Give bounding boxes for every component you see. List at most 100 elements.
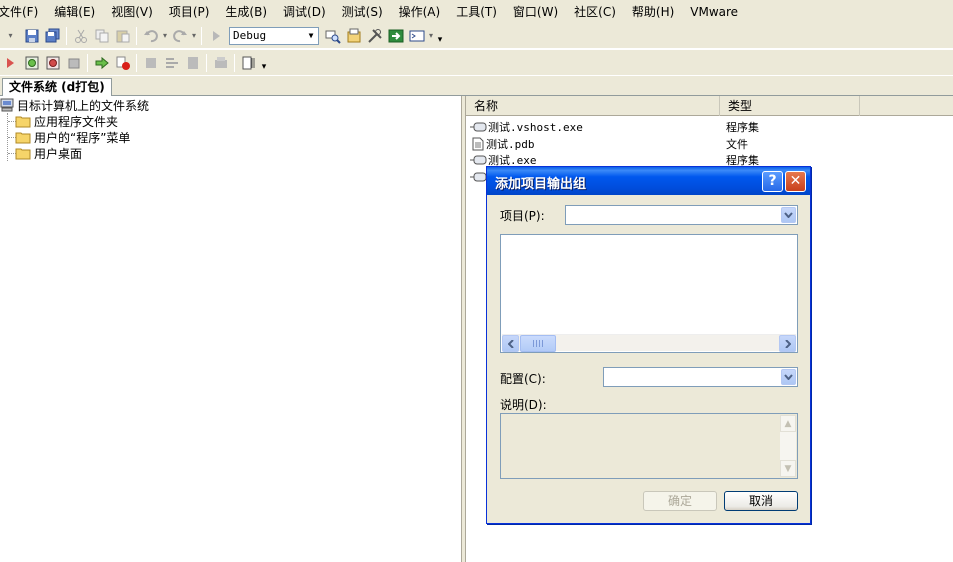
- column-header-type[interactable]: 类型: [720, 96, 860, 116]
- command-window-icon[interactable]: [407, 26, 426, 45]
- install-icon[interactable]: [92, 53, 111, 72]
- folder-icon: [15, 148, 31, 160]
- menu-item[interactable]: 操作(A): [391, 2, 449, 22]
- launch-conditions-editor-icon[interactable]: [239, 53, 258, 72]
- add-project-output-group-dialog: 添加项目输出组 ? ✕ 项目(P): 配置(C): 说明(D): ▲ ▼ 确定 …: [486, 166, 811, 524]
- file-system-editor-icon[interactable]: [141, 53, 160, 72]
- menu-item[interactable]: 视图(V): [103, 2, 161, 22]
- menu-item[interactable]: 生成(B): [217, 2, 275, 22]
- build-start-icon[interactable]: [1, 53, 20, 72]
- description-label: 说明(D):: [500, 398, 547, 412]
- save-icon[interactable]: [22, 26, 41, 45]
- assembly-icon: [470, 155, 487, 164]
- tree-item-label: 用户桌面: [34, 146, 83, 161]
- solution-configuration-combo[interactable]: Debug ▼: [229, 26, 320, 45]
- ok-button[interactable]: 确定: [643, 491, 717, 511]
- build-gear-icon[interactable]: [22, 53, 41, 72]
- toolbar-separator: [136, 26, 137, 45]
- toolbox-icon[interactable]: [386, 26, 405, 45]
- menu-item[interactable]: 工具(T): [448, 2, 505, 22]
- menu-item[interactable]: 文件(F): [0, 2, 46, 22]
- menu-item[interactable]: VMware: [682, 2, 746, 22]
- configuration-combobox[interactable]: [603, 367, 798, 387]
- document-tab-strip: 文件系统 (d打包): [0, 76, 953, 96]
- tree-root[interactable]: 目标计算机上的文件系统: [0, 97, 149, 113]
- tree-item-application-folder[interactable]: 应用程序文件夹: [15, 113, 118, 129]
- tree-item-user-desktop[interactable]: 用户桌面: [15, 145, 82, 161]
- assembly-icon: [470, 122, 487, 131]
- solution-explorer-icon[interactable]: [344, 26, 363, 45]
- file-name: 测试.vshost.exe: [488, 120, 583, 134]
- registry-editor-icon[interactable]: [162, 53, 181, 72]
- properties-icon[interactable]: [365, 26, 384, 45]
- chevron-down-icon[interactable]: ▼: [304, 28, 318, 44]
- menu-item[interactable]: 项目(P): [161, 2, 218, 22]
- redo-icon[interactable]: [170, 26, 189, 45]
- tree-item-label: 应用程序文件夹: [34, 114, 119, 129]
- menu-item[interactable]: 窗口(W): [505, 2, 566, 22]
- tree-root-label: 目标计算机上的文件系统: [17, 98, 150, 113]
- undo-icon[interactable]: [141, 26, 160, 45]
- new-item-dropdown-icon[interactable]: ▾: [1, 26, 20, 45]
- project-combobox[interactable]: [565, 205, 798, 225]
- file-system-tree: [0, 96, 461, 562]
- setup-toolbar: ▾: [0, 50, 953, 75]
- cut-icon[interactable]: [71, 26, 90, 45]
- cancel-button[interactable]: 取消: [724, 491, 798, 511]
- scroll-left-icon[interactable]: [502, 335, 519, 352]
- file-type: 文件: [726, 137, 748, 151]
- list-item[interactable]: 测试.pdb: [470, 135, 535, 152]
- computer-icon: [0, 98, 14, 112]
- scroll-right-icon[interactable]: [779, 335, 796, 352]
- folder-icon: [15, 132, 31, 144]
- command-window-dropdown-icon[interactable]: ▾: [429, 31, 433, 40]
- toolbar-separator: [87, 53, 88, 72]
- file-name: 测试.pdb: [486, 137, 535, 151]
- list-item[interactable]: 测试.vshost.exe: [470, 118, 583, 135]
- redo-dropdown-icon[interactable]: ▾: [192, 31, 196, 40]
- close-button[interactable]: ✕: [785, 171, 806, 192]
- chevron-down-icon[interactable]: [781, 207, 796, 223]
- project-label: 项目(P):: [500, 209, 545, 223]
- tree-item-programs-menu[interactable]: 用户的“程序”菜单: [15, 129, 130, 145]
- vertical-scrollbar: ▲ ▼: [780, 415, 796, 477]
- chevron-down-icon[interactable]: [781, 369, 796, 385]
- list-header: 名称 类型: [466, 96, 953, 116]
- description-box: ▲ ▼: [500, 413, 798, 479]
- scrollbar-thumb[interactable]: [520, 335, 556, 352]
- paste-icon[interactable]: [113, 26, 132, 45]
- toolbar-separator: [136, 53, 137, 72]
- file-types-editor-icon[interactable]: [183, 53, 202, 72]
- clean-icon[interactable]: [64, 53, 83, 72]
- scroll-down-icon: ▼: [780, 460, 796, 477]
- menu-item[interactable]: 测试(S): [334, 2, 391, 22]
- column-header-name[interactable]: 名称: [466, 96, 720, 116]
- menu-item[interactable]: 调试(D): [275, 2, 334, 22]
- tree-item-label: 用户的“程序”菜单: [34, 130, 131, 145]
- menu-item[interactable]: 社区(C): [566, 2, 624, 22]
- find-in-files-icon[interactable]: [323, 26, 342, 45]
- tab-file-system[interactable]: 文件系统 (d打包): [2, 78, 112, 96]
- start-debugging-icon[interactable]: [206, 26, 225, 45]
- toolbar-separator: [206, 53, 207, 72]
- standard-toolbar: ▾ ▾ ▾ Debug ▼ ▾ ▾: [0, 23, 953, 48]
- toolbar-overflow-icon[interactable]: ▾: [435, 35, 445, 45]
- toolbar-overflow-icon[interactable]: ▾: [259, 62, 269, 72]
- user-interface-editor-icon[interactable]: [211, 53, 230, 72]
- menu-item[interactable]: 编辑(E): [46, 2, 103, 22]
- save-all-icon[interactable]: [43, 26, 62, 45]
- uninstall-icon[interactable]: [113, 53, 132, 72]
- toolbar-separator: [66, 26, 67, 45]
- file-icon: [472, 137, 484, 150]
- toolbar-separator: [234, 53, 235, 72]
- undo-dropdown-icon[interactable]: ▾: [163, 31, 167, 40]
- copy-icon[interactable]: [92, 26, 111, 45]
- rebuild-gear-icon[interactable]: [43, 53, 62, 72]
- dialog-title-bar[interactable]: 添加项目输出组 ? ✕: [487, 167, 810, 195]
- output-groups-list[interactable]: [500, 234, 798, 353]
- horizontal-scrollbar[interactable]: [502, 334, 796, 352]
- toolbar-separator: [201, 26, 203, 45]
- configuration-label: 配置(C):: [500, 372, 546, 386]
- help-button[interactable]: ?: [762, 171, 783, 192]
- menu-item[interactable]: 帮助(H): [624, 2, 682, 22]
